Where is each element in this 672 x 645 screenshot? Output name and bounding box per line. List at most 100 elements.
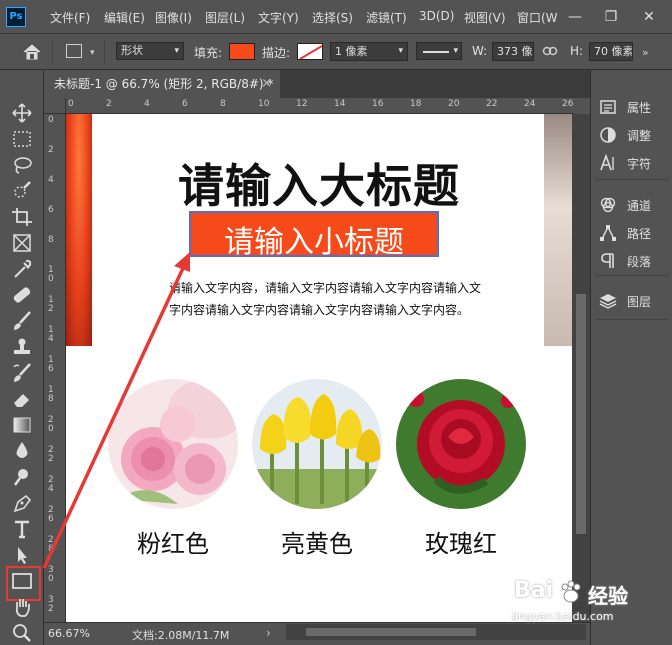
ruler-v-label: 18 (48, 385, 54, 404)
red-rose-image[interactable] (396, 379, 526, 509)
brush-icon[interactable] (10, 310, 34, 332)
lasso-icon[interactable] (10, 154, 34, 176)
menu-select[interactable]: 选择(S) (312, 9, 353, 26)
healing-icon[interactable] (10, 284, 34, 306)
dodge-icon[interactable] (10, 466, 34, 488)
zoom-level[interactable]: 66.67% (48, 627, 90, 640)
ruler-v-label: 16 (48, 355, 54, 374)
panel-properties-label: 属性 (627, 101, 652, 115)
panel-channels-label: 通道 (627, 199, 652, 213)
path-select-icon[interactable] (10, 544, 34, 566)
hand-icon[interactable] (10, 596, 34, 618)
panel-channels[interactable]: 通道 (597, 194, 667, 216)
watermark-brand: Bai (514, 578, 554, 603)
ruler-v-label: 12 (48, 295, 54, 314)
ruler-h-label: 20 (448, 99, 460, 109)
move-icon[interactable] (10, 102, 34, 124)
ruler-v-label: 32 (48, 595, 54, 614)
panel-adjustments-label: 调整 (627, 129, 652, 143)
ruler-h-label: 6 (182, 99, 188, 109)
vertical-scroll-thumb[interactable] (576, 294, 586, 534)
blur-icon[interactable] (10, 440, 34, 462)
panel-layers[interactable]: 图层 (597, 290, 667, 312)
restore-button[interactable]: ❐ (596, 6, 626, 28)
menu-view[interactable]: 视图(V) (464, 9, 506, 26)
watermark-suffix: 经验 (588, 584, 628, 608)
chevron-down-icon[interactable]: ▾ (90, 48, 95, 58)
panel-paragraph-label: 段落 (627, 255, 652, 269)
document-tabs: 未标题-1 @ 66.7% (矩形 2, RGB/8#) * × (44, 70, 590, 98)
pink-flower-image[interactable] (108, 379, 238, 509)
ruler-h-label: 10 (258, 99, 270, 109)
home-icon[interactable] (22, 43, 42, 61)
close-tab-icon[interactable]: × (261, 70, 272, 98)
horizontal-ruler: 0 2 4 6 8 10 12 14 16 18 20 22 24 26 (66, 98, 574, 114)
more-options-icon[interactable]: » (642, 46, 649, 59)
flower-label-pink[interactable]: 粉红色 (98, 524, 248, 559)
panel-adjustments[interactable]: 调整 (597, 124, 667, 146)
status-menu-icon[interactable]: › (266, 626, 271, 640)
flower-label-rose[interactable]: 玫瑰红 (386, 524, 536, 559)
channels-icon (599, 196, 617, 214)
gradient-icon[interactable] (10, 414, 34, 436)
subtitle-rectangle[interactable]: 请输入小标题 (189, 211, 439, 260)
menu-type[interactable]: 文字(Y) (258, 9, 299, 26)
stroke-color-swatch[interactable] (297, 43, 323, 60)
options-bar: ▾ 形状 ▾ 填充: 描边: 1 像素 ▾ ▾ W: 373 像 H: 70 像… (0, 34, 672, 70)
ruler-h-label: 12 (296, 99, 308, 109)
marquee-icon[interactable] (10, 128, 34, 150)
stroke-width-select[interactable]: 1 像素 ▾ (330, 42, 408, 61)
pen-icon[interactable] (10, 492, 34, 514)
shape-preset-icon[interactable] (66, 44, 82, 58)
vertical-scrollbar[interactable] (572, 114, 590, 622)
menu-3d[interactable]: 3D(D) (419, 9, 454, 23)
baidu-watermark: Bai 经验 jingyan.baidu.com (508, 578, 658, 628)
minimize-button[interactable]: — (560, 6, 590, 28)
ruler-h-label: 4 (144, 99, 150, 109)
menu-window[interactable]: 窗口(W (517, 9, 558, 26)
stamp-icon[interactable] (10, 336, 34, 358)
menu-file[interactable]: 文件(F) (50, 9, 90, 26)
flower-label-yellow[interactable]: 亮黄色 (242, 524, 392, 559)
panel-character[interactable]: 字符 (597, 152, 667, 174)
body-paragraph[interactable]: 请输入文字内容，请输入文字内容请输入文字内容请输入文字内容请输入文字内容请输入文… (169, 277, 491, 321)
panel-paragraph[interactable]: 段落 (597, 250, 667, 272)
menu-filter[interactable]: 滤镜(T) (366, 9, 407, 26)
panel-properties[interactable]: 属性 (597, 96, 667, 118)
ruler-h-label: 0 (68, 99, 74, 109)
close-window-button[interactable]: ✕ (634, 6, 664, 28)
panel-paths[interactable]: 路径 (597, 222, 667, 244)
eraser-icon[interactable] (10, 388, 34, 410)
height-input[interactable]: 70 像素 (589, 42, 633, 61)
link-icon[interactable] (542, 43, 558, 62)
adjustments-icon (599, 126, 617, 144)
menu-layer[interactable]: 图层(L) (205, 9, 245, 26)
frame-icon[interactable] (10, 232, 34, 254)
eyedropper-icon[interactable] (10, 258, 34, 280)
panel-character-label: 字符 (627, 157, 652, 171)
stroke-width-value: 1 像素 (335, 45, 368, 58)
ruler-v-label: 22 (48, 445, 54, 464)
crop-icon[interactable] (10, 206, 34, 228)
main-heading[interactable]: 请输入大标题 (66, 150, 572, 216)
tab-document[interactable]: 未标题-1 @ 66.7% (矩形 2, RGB/8#) * × (44, 70, 280, 98)
yellow-flower-image[interactable] (252, 379, 382, 509)
quick-select-icon[interactable] (10, 180, 34, 202)
ruler-v-label: 0 (48, 115, 54, 125)
shape-mode-select[interactable]: 形状 ▾ (116, 42, 184, 60)
horizontal-scroll-thumb[interactable] (306, 628, 476, 636)
paragraph-icon (599, 252, 617, 270)
stroke-type-select[interactable]: ▾ (416, 42, 462, 60)
ruler-v-label: 30 (48, 565, 54, 584)
fill-color-swatch[interactable] (229, 43, 255, 60)
menu-edit[interactable]: 编辑(E) (104, 9, 145, 26)
history-brush-icon[interactable] (10, 362, 34, 384)
zoom-icon[interactable] (10, 622, 34, 644)
character-icon (599, 153, 617, 172)
type-icon[interactable] (10, 518, 34, 540)
width-input[interactable]: 373 像 (492, 42, 534, 61)
tools-panel (0, 70, 44, 645)
menu-image[interactable]: 图像(I) (155, 9, 192, 26)
vertical-ruler: 0 2 4 6 8 10 12 14 16 18 20 22 24 26 28 30 32 (44, 114, 66, 622)
document-canvas[interactable]: 请输入大标题 请输入小标题 请输入文字内容，请输入文字内容请输入文字内容请输入文… (66, 114, 572, 622)
